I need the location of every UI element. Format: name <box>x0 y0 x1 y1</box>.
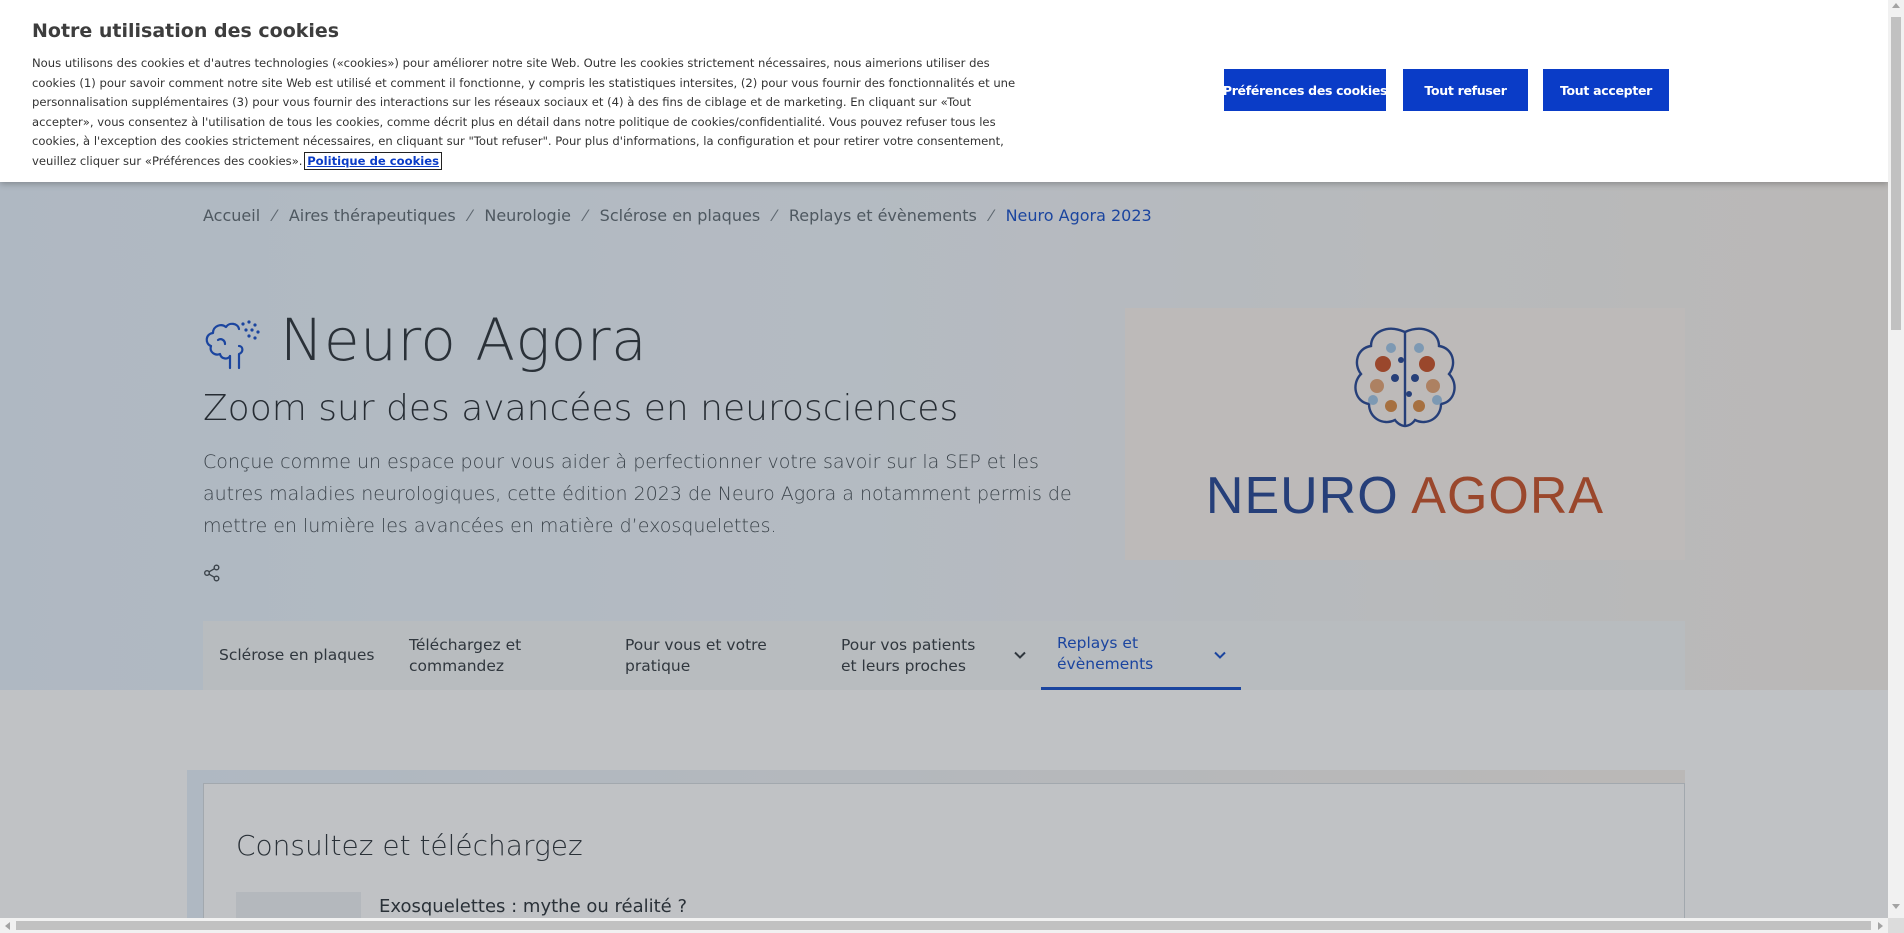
accept-all-button[interactable]: Tout accepter <box>1543 69 1669 111</box>
scroll-left-icon[interactable] <box>5 922 10 930</box>
scroll-right-icon[interactable] <box>1878 922 1883 930</box>
cookie-banner: Notre utilisation des cookies Nous utili… <box>0 0 1888 182</box>
vertical-scrollbar[interactable] <box>1888 0 1904 918</box>
cookie-banner-text: Nous utilisons des cookies et d'autres t… <box>32 54 1032 172</box>
scrollbar-corner <box>1888 918 1904 933</box>
scroll-down-icon[interactable] <box>1892 904 1900 909</box>
vertical-scrollbar-thumb[interactable] <box>1891 17 1901 330</box>
refuse-all-button[interactable]: Tout refuser <box>1403 69 1528 111</box>
cookie-policy-link[interactable]: Politique de cookies <box>304 151 443 170</box>
cookie-description: Nous utilisons des cookies et d'autres t… <box>32 56 1016 168</box>
cookie-banner-title: Notre utilisation des cookies <box>32 20 340 42</box>
cookie-preferences-button[interactable]: Préférences des cookies <box>1223 69 1387 111</box>
scroll-up-icon[interactable] <box>1892 3 1900 8</box>
horizontal-scrollbar[interactable] <box>0 918 1888 933</box>
horizontal-scrollbar-thumb[interactable] <box>16 921 1871 930</box>
